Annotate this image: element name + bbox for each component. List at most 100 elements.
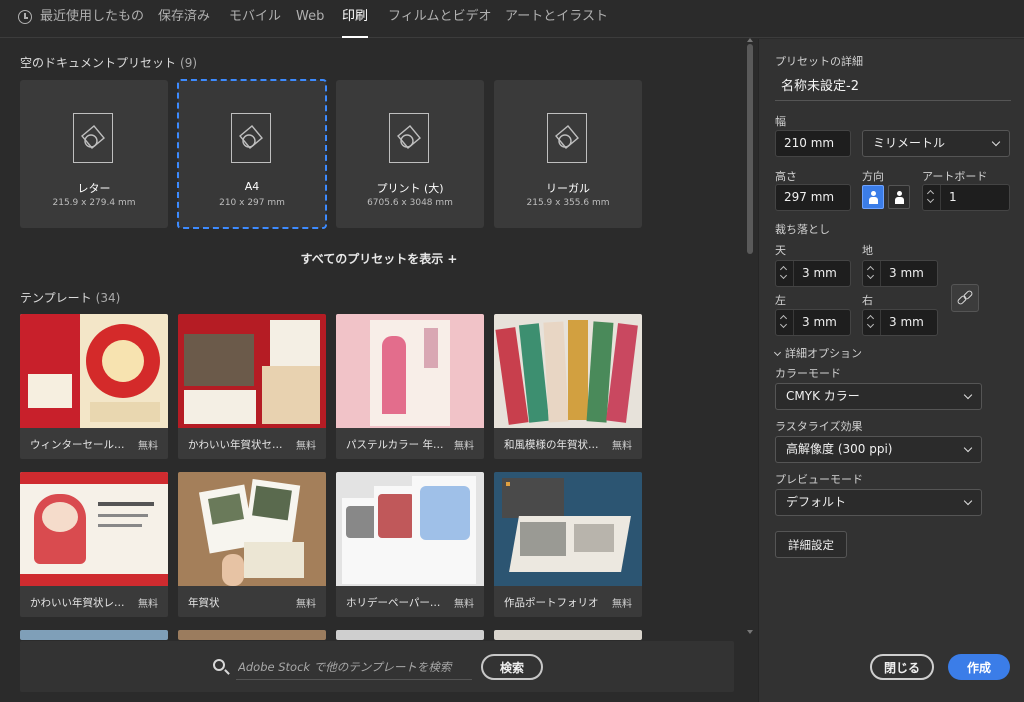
template-card[interactable] [178,630,326,640]
bleed-left-input[interactable]: 3 mm [775,309,851,336]
bleed-top-input[interactable]: 3 mm [775,260,851,287]
template-thumbnail-portfolio [494,472,642,586]
templates-section-title: テンプレート (34) [20,289,120,306]
artboard-label: アートボード [922,170,988,183]
preset-card-letter[interactable]: レター 215.9 x 279.4 mm [20,80,168,228]
stepper-icon[interactable] [863,261,881,286]
orientation-landscape-button[interactable] [888,185,910,209]
template-price: 無料 [612,441,632,452]
raster-effects-select[interactable]: 高解像度 (300 ppi) [775,436,982,463]
stepper-icon[interactable] [776,261,794,286]
portrait-icon [869,191,878,204]
panel-title: プリセットの詳細 [775,55,863,68]
template-card[interactable] [336,630,484,640]
bleed-bottom-value: 3 mm [889,266,924,280]
template-card[interactable]: 作品ポートフォリオ 無料 [494,472,642,617]
template-card[interactable]: 年賀状 無料 [178,472,326,617]
bleed-left-label: 左 [775,294,786,307]
width-input[interactable]: 210 mm [775,130,851,157]
preset-name: A4 [244,180,260,193]
link-bleed-button[interactable] [951,284,979,312]
preset-card-legal[interactable]: リーガル 215.9 x 355.6 mm [494,80,642,228]
create-button[interactable]: 作成 [948,654,1010,680]
stepper-icon[interactable] [776,310,794,335]
tab-recent[interactable]: 最近使用したもの [40,8,144,30]
bleed-bottom-input[interactable]: 3 mm [862,260,938,287]
template-name: かわいい年賀状レ… [30,597,125,609]
chevron-down-icon [773,348,782,357]
tab-mobile[interactable]: モバイル [229,8,281,30]
unit-select[interactable]: ミリメートル [862,130,1010,157]
bleed-bottom-label: 地 [862,244,873,257]
scroll-down-arrow-icon[interactable] [747,630,753,634]
template-price: 無料 [138,599,158,610]
preset-size: 6705.6 x 3048 mm [367,198,453,208]
stepper-icon[interactable] [923,185,941,210]
scrollbar-thumb[interactable] [747,44,753,254]
preset-name: レター [77,182,111,195]
document-icon [389,113,429,163]
color-mode-select[interactable]: CMYK カラー [775,383,982,410]
template-price: 無料 [454,441,474,452]
scroll-up-arrow-icon[interactable] [747,38,753,42]
raster-effects-value: 高解像度 (300 ppi) [786,442,893,456]
document-icon [547,113,587,163]
stock-search-input[interactable] [236,654,472,680]
preset-size: 215.9 x 279.4 mm [52,198,136,208]
preset-name: プリント (大) [376,182,444,195]
scrollbar[interactable] [745,38,755,636]
stock-search-bar: 検索 [20,641,734,692]
preset-size: 215.9 x 355.6 mm [526,198,610,208]
artboard-value: 1 [949,190,957,204]
presets-count: (9) [180,56,198,70]
close-button[interactable]: 閉じる [870,654,934,680]
template-thumbnail-pastel-newyear [336,314,484,428]
raster-effects-label: ラスタライズ効果 [775,420,863,433]
search-icon [213,659,225,671]
presets-section-title: 空のドキュメントプリセット (9) [20,54,197,71]
color-mode-label: カラーモード [775,367,841,380]
document-icon [231,113,271,163]
tab-web[interactable]: Web [296,8,324,30]
chevron-down-icon [963,443,973,453]
height-input[interactable]: 297 mm [775,184,851,211]
show-all-presets-link[interactable]: すべてのプリセットを表示 + [0,250,758,267]
template-card[interactable]: かわいい年賀状レ… 無料 [20,472,168,617]
tab-saved[interactable]: 保存済み [158,8,210,30]
advanced-settings-button[interactable]: 詳細設定 [775,531,847,558]
advanced-options-toggle[interactable]: 詳細オプション [773,345,862,361]
template-card[interactable]: かわいい年賀状セ… 無料 [178,314,326,459]
height-label: 高さ [775,170,797,183]
template-card[interactable] [494,630,642,640]
tab-film-video[interactable]: フィルムとビデオ [388,8,491,30]
preview-mode-select[interactable]: デフォルト [775,489,982,516]
preview-mode-label: プレビューモード [775,473,863,486]
tab-art-illustration[interactable]: アートとイラスト [505,8,608,30]
tab-print[interactable]: 印刷 [342,8,369,38]
template-card[interactable]: パステルカラー 年… 無料 [336,314,484,459]
chevron-down-icon [963,496,973,506]
preset-card-print-large[interactable]: プリント (大) 6705.6 x 3048 mm [336,80,484,228]
template-card[interactable]: 和風模様の年賀状… 無料 [494,314,642,459]
stepper-icon[interactable] [863,310,881,335]
artboard-input[interactable]: 1 [922,184,1010,211]
width-label: 幅 [775,115,786,128]
template-card[interactable]: ウィンターセール… 無料 [20,314,168,459]
orientation-label: 方向 [862,170,884,183]
template-name: 和風模様の年賀状… [504,439,599,451]
template-card[interactable] [20,630,168,640]
bleed-right-input[interactable]: 3 mm [862,309,938,336]
bleed-right-label: 右 [862,294,873,307]
preset-card-a4[interactable]: A4 210 x 297 mm [177,79,327,229]
tab-bar: 最近使用したもの 保存済み モバイル Web 印刷 フィルムとビデオ アートとイ… [0,0,1024,38]
template-card[interactable]: ホリデーペーパー… 無料 [336,472,484,617]
preset-size: 210 x 297 mm [219,198,285,208]
orientation-portrait-button[interactable] [862,185,884,209]
search-button[interactable]: 検索 [481,654,543,680]
template-price: 無料 [138,441,158,452]
template-name: かわいい年賀状セ… [188,439,283,451]
preset-details-panel: プリセットの詳細 名称未設定-2 幅 210 mm ミリメートル 高さ 297 … [758,39,1024,702]
template-price: 無料 [454,599,474,610]
document-name-field[interactable]: 名称未設定-2 [775,73,1011,101]
chevron-down-icon [991,137,1001,147]
